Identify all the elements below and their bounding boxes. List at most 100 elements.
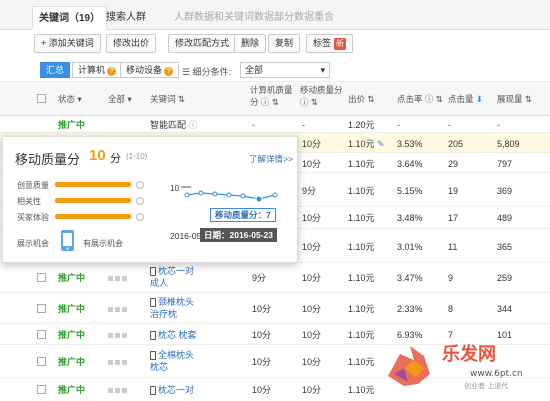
summary-tab[interactable]: 汇总 — [40, 62, 71, 78]
keyword-cell: 智能匹配 ⓘ — [150, 119, 198, 131]
watermark-brand: 乐发网 — [442, 343, 496, 365]
phone-icon — [150, 331, 156, 341]
pencil-icon[interactable]: ✎ — [377, 139, 385, 149]
row-checkbox[interactable] — [37, 330, 46, 339]
all-column-header[interactable]: 全部 ▾ — [108, 93, 132, 105]
chevron-down-icon: ▾ — [320, 65, 325, 75]
add-keyword-button[interactable]: + 添加关键词 — [34, 34, 101, 53]
creative-quality-bar — [55, 182, 131, 187]
keyword-cell[interactable]: 全棉枕头 枕芯 — [150, 349, 194, 373]
tab-bar: 关键词（19） 搜索人群 人群数据和关键词数据部分数据重合 — [0, 0, 550, 30]
dot-icon — [115, 307, 120, 312]
popup-unit: 分 — [110, 153, 121, 165]
tab-search-crowd[interactable]: 搜索人群 — [100, 6, 152, 30]
clicks-cell: 205 — [448, 139, 464, 149]
info-icon[interactable] — [136, 213, 144, 221]
table-row: 推广中 智能匹配 ⓘ - - 1.20元 - - - — [0, 116, 550, 133]
clicks-cell: 9 — [448, 273, 454, 283]
help-icon[interactable]: ? — [107, 67, 117, 76]
help-icon[interactable]: ? — [164, 67, 174, 76]
keyword-text: 枕芯 枕套 — [158, 330, 197, 340]
mobile-quality-cell: 10分 — [302, 357, 322, 367]
pc-quality-cell: - — [252, 120, 255, 130]
bid-header-label: 出价 — [348, 94, 366, 104]
computer-tab[interactable]: 计算机? — [72, 62, 123, 78]
dot-icon — [115, 360, 120, 365]
relevance-bar — [55, 198, 131, 203]
edit-match-button[interactable]: 修改匹配方式 — [168, 34, 237, 53]
status-cell: 推广中 — [58, 120, 86, 130]
impressions-column-header[interactable]: 展现量 ⇅ — [497, 93, 532, 105]
info-icon[interactable] — [136, 181, 144, 189]
edit-bid-button[interactable]: 修改出价 — [106, 34, 157, 53]
learn-more-link[interactable]: 了解详情>> — [249, 153, 293, 165]
impressions-cell: 5,809 — [497, 139, 520, 149]
status-cell: 推广中 — [58, 304, 86, 314]
row-checkbox[interactable] — [37, 273, 46, 282]
phone-icon — [150, 267, 156, 277]
filter-value: 全部 — [245, 65, 264, 75]
device-dots — [108, 272, 129, 284]
tab-keywords[interactable]: 关键词（19） — [32, 6, 108, 30]
device-dots — [108, 329, 129, 341]
impressions-cell: 259 — [497, 273, 513, 283]
table-header: 状态 ▾ 全部 ▾ 关键词 ⇅ 计算机质量分 ⓘ ⇅ 移动质量分 ⓘ ⇅ 出价 ⇅… — [0, 82, 550, 116]
tag-button[interactable]: 标签新 — [306, 34, 354, 53]
filter-select[interactable]: 全部 ▾ — [240, 62, 330, 78]
pc-quality-column-header[interactable]: 计算机质量分 ⓘ ⇅ — [250, 84, 293, 108]
mobile-tab[interactable]: 移动设备? — [120, 62, 180, 78]
pc-quality-header-label: 计算机质量 — [250, 85, 293, 95]
clicks-column-header[interactable]: 点击量 ⬇ — [448, 93, 483, 105]
bid-column-header[interactable]: 出价 ⇅ — [348, 93, 375, 105]
impressions-cell: 797 — [497, 159, 513, 169]
all-header-label: 全部 — [108, 94, 126, 104]
pc-quality-header-label-2: 分 — [250, 97, 259, 107]
bid-cell: 1.10元 — [348, 213, 375, 223]
keyword-cell[interactable]: 枕芯一对 成人 — [150, 265, 194, 289]
ctr-cell: 3.53% — [397, 139, 423, 149]
bid-cell: 1.10元 — [348, 159, 375, 169]
tab-hint-text: 人群数据和关键词数据部分数据重合 — [174, 12, 334, 23]
row-checkbox[interactable] — [37, 385, 46, 394]
mobile-quality-header-label: 移动质量分 — [300, 85, 343, 95]
sort-desc-icon: ⬇ — [475, 94, 484, 104]
ctr-cell: 5.15% — [397, 186, 423, 196]
info-icon[interactable] — [136, 197, 144, 205]
copy-button[interactable]: 复制 — [268, 34, 301, 53]
info-icon: ⓘ — [188, 120, 198, 130]
watermark-slogan: 创业者·上道代 — [464, 381, 508, 390]
pc-quality-cell: 9分 — [252, 273, 267, 283]
mobile-quality-column-header[interactable]: 移动质量分 ⓘ ⇅ — [300, 84, 343, 108]
bid-cell: 1.10元 — [348, 273, 375, 283]
bid-cell[interactable]: 1.10元 ✎ — [348, 138, 385, 150]
select-all-checkbox[interactable] — [37, 94, 46, 103]
status-cell: 推广中 — [58, 357, 86, 367]
mobile-quality-cell: 10分 — [302, 213, 322, 223]
keyword-cell[interactable]: 枕芯一对 — [150, 384, 194, 396]
chart-y-label: 10 — [170, 184, 179, 193]
watermark-site: www.6pt.cn — [470, 369, 523, 379]
ctr-column-header[interactable]: 点击率 ⓘ ⇅ — [397, 93, 443, 105]
popup-title: 移动质量分 — [15, 152, 81, 167]
keyword-cell[interactable]: 颈椎枕头 治疗枕 — [150, 296, 194, 320]
row-checkbox[interactable] — [37, 357, 46, 366]
bid-cell: 1.10元 — [348, 304, 375, 314]
phone-icon — [150, 386, 156, 396]
row-checkbox[interactable] — [37, 304, 46, 313]
dot-icon — [108, 307, 113, 312]
status-column-header[interactable]: 状态 ▾ — [58, 93, 82, 105]
chart-point-selected[interactable] — [255, 195, 263, 203]
filter-label: ☰ 细分条件: — [182, 65, 231, 78]
impressions-cell: 369 — [497, 186, 513, 196]
mobile-quality-popup: 移动质量分 10 分 (1-10) 了解详情>> 创意质量 相关性 买家体验 展… — [2, 136, 298, 263]
keyword-text-2: 枕芯 — [150, 362, 169, 372]
delete-button[interactable]: 删除 — [234, 34, 267, 53]
pc-quality-cell: 10分 — [252, 304, 272, 314]
keyword-column-header[interactable]: 关键词 ⇅ — [150, 93, 185, 105]
device-dots — [108, 356, 129, 368]
chart-point — [212, 191, 218, 197]
mobile-device-icon — [61, 230, 74, 251]
keyword-cell[interactable]: 枕芯 枕套 — [150, 329, 197, 341]
metric-label: 相关性 — [17, 197, 41, 206]
bid-cell: 1.10元 — [348, 330, 375, 340]
